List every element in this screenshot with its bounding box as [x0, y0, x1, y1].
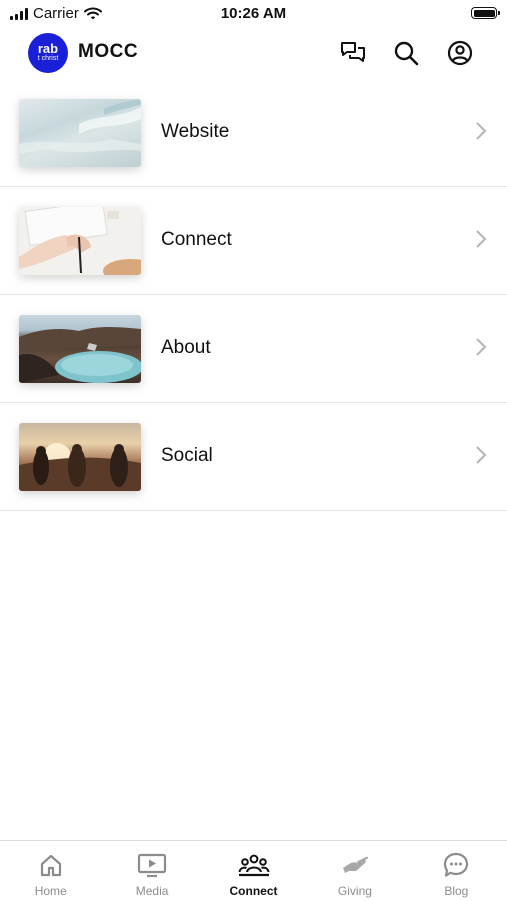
tab-blog[interactable]: Blog [406, 841, 507, 901]
app-title: MOCC [78, 41, 139, 62]
menu-item-social[interactable]: Social [0, 403, 507, 511]
connect-thumbnail [19, 207, 141, 275]
home-icon [40, 854, 61, 877]
logo-text: rab [37, 41, 59, 56]
tab-connect[interactable]: Connect [203, 841, 304, 901]
menu-list: Website Connect About Social [0, 79, 507, 511]
tab-bar: Home Media Connect Giving Blog [0, 840, 507, 901]
tab-label: Giving [337, 884, 372, 898]
tab-label: Home [34, 884, 67, 898]
giving-hand-icon [342, 856, 369, 873]
status-bar: Carrier 10:26 AM [0, 0, 507, 28]
app-header: rab t christ MOCC [0, 28, 507, 78]
menu-item-label: Website [161, 121, 230, 142]
account-icon[interactable] [445, 38, 475, 68]
tab-media[interactable]: Media [101, 841, 202, 901]
social-thumbnail [19, 423, 141, 491]
search-icon[interactable] [391, 38, 421, 68]
blog-bubble-icon [444, 852, 469, 877]
chevron-right-icon [476, 338, 487, 356]
menu-item-label: Connect [161, 229, 232, 250]
status-time: 10:26 AM [220, 5, 287, 22]
chevron-right-icon [476, 446, 487, 464]
tab-label: Connect [229, 884, 278, 898]
menu-item-label: About [161, 337, 211, 358]
menu-item-label: Social [161, 445, 213, 466]
menu-item-about[interactable]: About [0, 295, 507, 403]
people-icon [238, 854, 270, 877]
tab-home[interactable]: Home [0, 841, 101, 901]
chat-icon[interactable] [338, 38, 368, 68]
menu-item-connect[interactable]: Connect [0, 187, 507, 295]
tab-giving[interactable]: Giving [304, 841, 405, 901]
app-logo[interactable]: rab t christ [28, 33, 68, 73]
menu-item-website[interactable]: Website [0, 79, 507, 187]
chevron-right-icon [476, 230, 487, 248]
tab-label: Blog [444, 884, 469, 898]
logo-subtext: t christ [37, 55, 59, 62]
battery-icon [471, 7, 500, 19]
media-icon [138, 853, 167, 878]
website-thumbnail [19, 99, 141, 167]
chevron-right-icon [476, 122, 487, 140]
tab-label: Media [135, 884, 169, 898]
about-thumbnail [19, 315, 141, 383]
